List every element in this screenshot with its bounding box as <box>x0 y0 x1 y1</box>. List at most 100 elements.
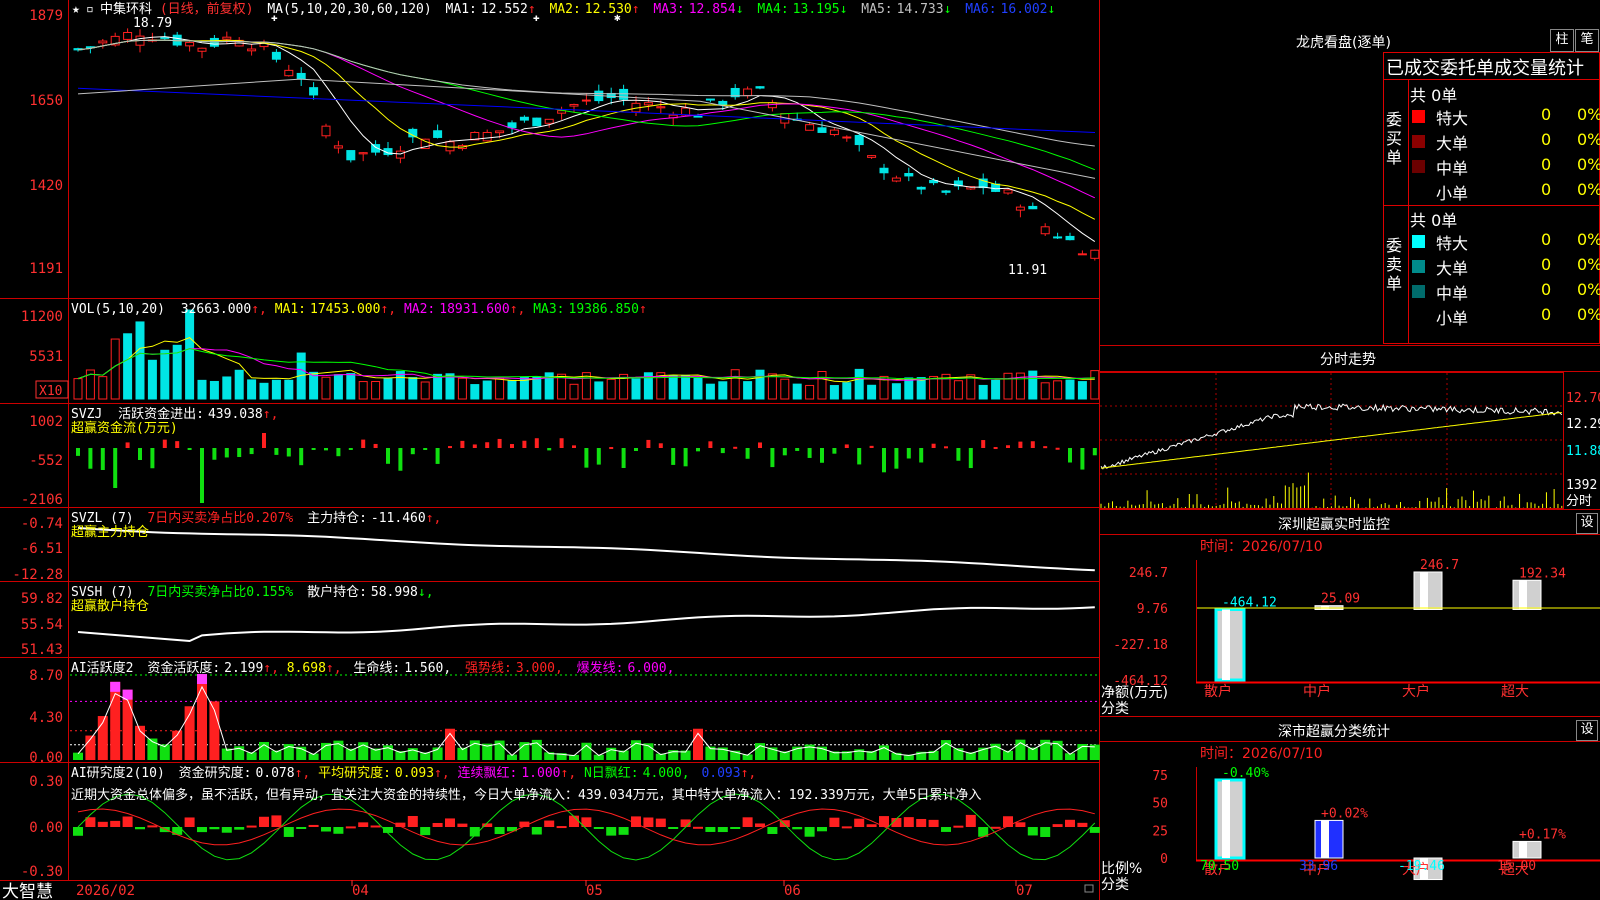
svzl-sub: 超赢主力持仓 <box>71 524 149 540</box>
candle <box>532 117 542 127</box>
volume-bar <box>234 369 244 400</box>
main-ytick: 1879 <box>29 8 63 24</box>
volume-bar <box>792 383 802 400</box>
flow-bar <box>968 448 973 469</box>
candle <box>309 87 319 96</box>
sell-row-pct: 0% <box>1577 280 1600 299</box>
buy-swatch-3 <box>1412 185 1425 198</box>
svzl-ytick: -0.74 <box>21 516 63 532</box>
volume-bar <box>842 382 852 400</box>
volume-bar <box>1040 382 1050 400</box>
candle <box>395 150 405 159</box>
research-bar <box>569 815 579 827</box>
retail-position-line <box>77 606 1095 643</box>
volume-bar <box>817 370 827 400</box>
bar-ytick: 9.76 <box>1137 602 1168 617</box>
volume-bar <box>358 381 368 400</box>
flow-bar <box>76 448 80 456</box>
volume-bar <box>408 377 418 400</box>
lock-icon[interactable] <box>1084 884 1094 893</box>
research-bar <box>705 827 716 832</box>
volume-bar <box>73 378 83 400</box>
research-bar <box>693 826 703 829</box>
research-bar <box>457 823 468 827</box>
volume-bar <box>346 373 356 400</box>
kline-chart-area[interactable]: 1879 1650 1420 1191 11200 5531 1002 -552… <box>0 0 1600 900</box>
flow-bar <box>609 447 614 450</box>
flow-bar <box>944 446 948 449</box>
volume-bar <box>135 321 145 400</box>
flow-bar <box>522 440 527 448</box>
research-bar <box>916 818 927 827</box>
candle <box>705 98 715 101</box>
volume-bar <box>1028 370 1038 400</box>
research-bar <box>643 817 654 827</box>
dragon-title: 龙虎看盘(逐单) <box>1296 35 1391 51</box>
research-bar <box>283 827 294 837</box>
svsh-header: SVSH (7) 7日内买卖净占比0.155% 散户持仓: 58.998↓, <box>71 584 434 600</box>
research-bar <box>308 824 319 827</box>
buy-row-pct: 0% <box>1577 155 1600 174</box>
research-bar <box>197 827 207 833</box>
research-bar <box>494 827 505 835</box>
flow-bar <box>559 438 564 448</box>
candle <box>358 152 368 155</box>
volume-bar <box>147 359 157 400</box>
flow-bar <box>286 448 291 457</box>
volume-bar <box>98 376 108 400</box>
research-bar <box>965 814 976 827</box>
activity-bar-peak <box>110 681 121 692</box>
ma-line-1 <box>77 36 1096 243</box>
volume-bar <box>123 333 133 400</box>
candle <box>619 88 629 100</box>
volume-bar <box>271 379 281 400</box>
sz-monitor-title: 深圳超赢实时监控 <box>1278 517 1390 533</box>
volume-bar <box>383 378 393 400</box>
main-ytick: 1650 <box>29 93 63 109</box>
vol-ytick: 5531 <box>29 349 63 365</box>
research-bar <box>866 824 877 827</box>
ai-res-ytick: 0.00 <box>29 820 63 836</box>
volume-bar <box>904 377 914 400</box>
pen-mode-button[interactable]: 笔 <box>1575 29 1599 52</box>
ratio-value-label: -19.46 <box>1398 859 1445 874</box>
volume-bar <box>160 349 170 400</box>
candle <box>755 86 765 89</box>
category-bar-highlight <box>1321 820 1329 858</box>
research-bar <box>271 815 282 827</box>
candle <box>743 88 753 97</box>
candle <box>1065 235 1075 241</box>
main-ytick: 1420 <box>29 178 63 194</box>
sz-monitor-settings-button[interactable]: 设 <box>1576 513 1598 534</box>
buy-row-name: 特大 <box>1436 109 1469 128</box>
bar-ytick: 0 <box>1160 852 1168 867</box>
flow-bar <box>1055 447 1060 450</box>
bar-ytick: -227.18 <box>1113 638 1168 653</box>
bar-mode-button[interactable]: 柱 <box>1550 29 1574 52</box>
research-bar <box>730 827 741 829</box>
candle <box>185 41 195 47</box>
bar-value-label: 25.09 <box>1321 592 1360 607</box>
flow-bar <box>993 447 998 450</box>
research-bar <box>432 822 443 827</box>
intraday-price: 12.70 <box>1566 391 1600 406</box>
sell-row-pct: 0% <box>1577 255 1600 274</box>
candle <box>296 72 306 80</box>
flow-bar <box>919 448 924 463</box>
research-bar <box>221 827 232 833</box>
sz-class-settings-button[interactable]: 设 <box>1576 720 1598 741</box>
ai-res-ytick: -0.30 <box>21 864 63 880</box>
sell-row-name: 大单 <box>1436 259 1469 278</box>
candle <box>482 131 492 142</box>
research-bar <box>1027 827 1038 836</box>
vol-unit: X10 <box>39 384 62 399</box>
flow-bar <box>1018 441 1023 448</box>
svzj-header: SVZJ 活跃资金进出: 439.038↑, <box>71 406 278 422</box>
flow-bar <box>733 446 738 449</box>
volume-bar <box>929 375 939 400</box>
candle <box>867 155 877 158</box>
research-bar <box>742 817 753 827</box>
svzl-header: SVZL (7) 7日内买卖净占比0.207% 主力持仓: -11.460↑, <box>71 510 441 526</box>
intraday-title: 分时走势 <box>1320 352 1376 368</box>
flow-bar <box>696 448 700 452</box>
